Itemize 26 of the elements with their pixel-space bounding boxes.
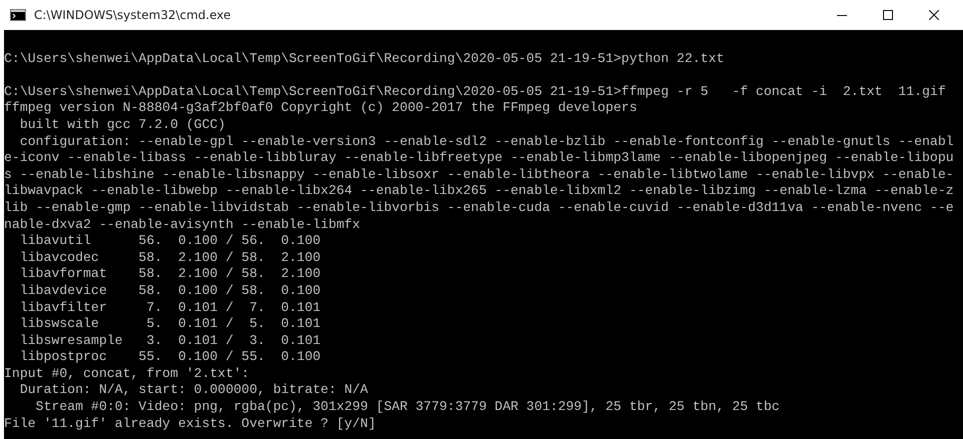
console-line: C:\Users\shenwei\AppData\Local\Temp\ScreenToGif\Recording\2020-05-05 21-19-51>python 22.txt — [4, 50, 724, 66]
console-line: e-iconv --enable-libass --enable-libbluray --enable-libfreetype --enable-libmp3lame --enable-libopenjpeg --enable-libopu — [4, 150, 954, 166]
console-line: nable-dxva2 --enable-avisynth --enable-libmfx — [4, 216, 360, 232]
console-line: libavfilter 7. 0.101 / 7. 0.101 — [18, 300, 321, 314]
console-line: File '11.gif' already exists. Overwrite ? [y/N] — [4, 416, 376, 431]
console-line: libavutil 56. 0.100 / 56. 0.100 — [18, 233, 321, 248]
console-line: C:\Users\shenwei\AppData\Local\Temp\ScreenToGif\Recording\2020-05-05 21-19-51>ffmpeg -r 5 -f concat -i 2.txt 11.gif — [4, 84, 946, 99]
console-line: Duration: N/A, start: 0.000000, bitrate: N/A — [18, 382, 368, 398]
close-icon — [929, 10, 939, 20]
maximize-icon — [883, 10, 893, 20]
console-line: s --enable-libshine --enable-libsnappy --enable-libsoxr --enable-libtheora --enable-libtwolame --enable-libvpx --enable- — [4, 166, 954, 182]
console-line: ffmpeg version N-88804-g3af2bf0af0 Copyright (c) 2000-2017 the FFmpeg developers — [4, 100, 638, 116]
console-line: libavdevice 58. 0.100 / 58. 0.100 — [18, 282, 321, 298]
terminal-icon — [10, 9, 26, 21]
console-line: libpostproc 55. 0.100 / 55. 0.100 — [18, 349, 321, 364]
console-line: Stream #0:0: Video: png, rgba(pc), 301x299 [SAR 3779:3779 DAR 301:299], 25 tbr, 25 tbn, 25 tbc — [34, 399, 780, 414]
console-line: lib --enable-gmp --enable-libvidstab --enable-libvorbis --enable-cuda --enable-cuvid --enable-d3d11va --enable-nvenc --e — [4, 200, 954, 215]
window-title: C:\WINDOWS\system32\cmd.exe — [34, 8, 231, 22]
console-line: libwavpack --enable-libwebp --enable-libx264 --enable-libx265 --enable-libxml2 --enable-libzimg --enable-lzma --enable-z — [4, 183, 954, 198]
console-line: built with gcc 7.2.0 (GCC) — [18, 116, 226, 132]
console-line: libswscale 5. 0.101 / 5. 0.101 — [18, 316, 321, 332]
console-line: libavcodec 58. 2.100 / 58. 2.100 — [18, 250, 321, 265]
console-line: configuration: --enable-gpl --enable-version3 --enable-sdl2 --enable-bzlib --enable-fontconfig --enable-gnutls --enabl — [18, 134, 954, 149]
console-line: libavformat 58. 2.100 / 58. 2.100 — [18, 266, 321, 282]
console-line: Input #0, concat, from '2.txt': — [4, 366, 250, 381]
console-line: libswresample 3. 0.101 / 3. 0.101 — [18, 332, 321, 348]
